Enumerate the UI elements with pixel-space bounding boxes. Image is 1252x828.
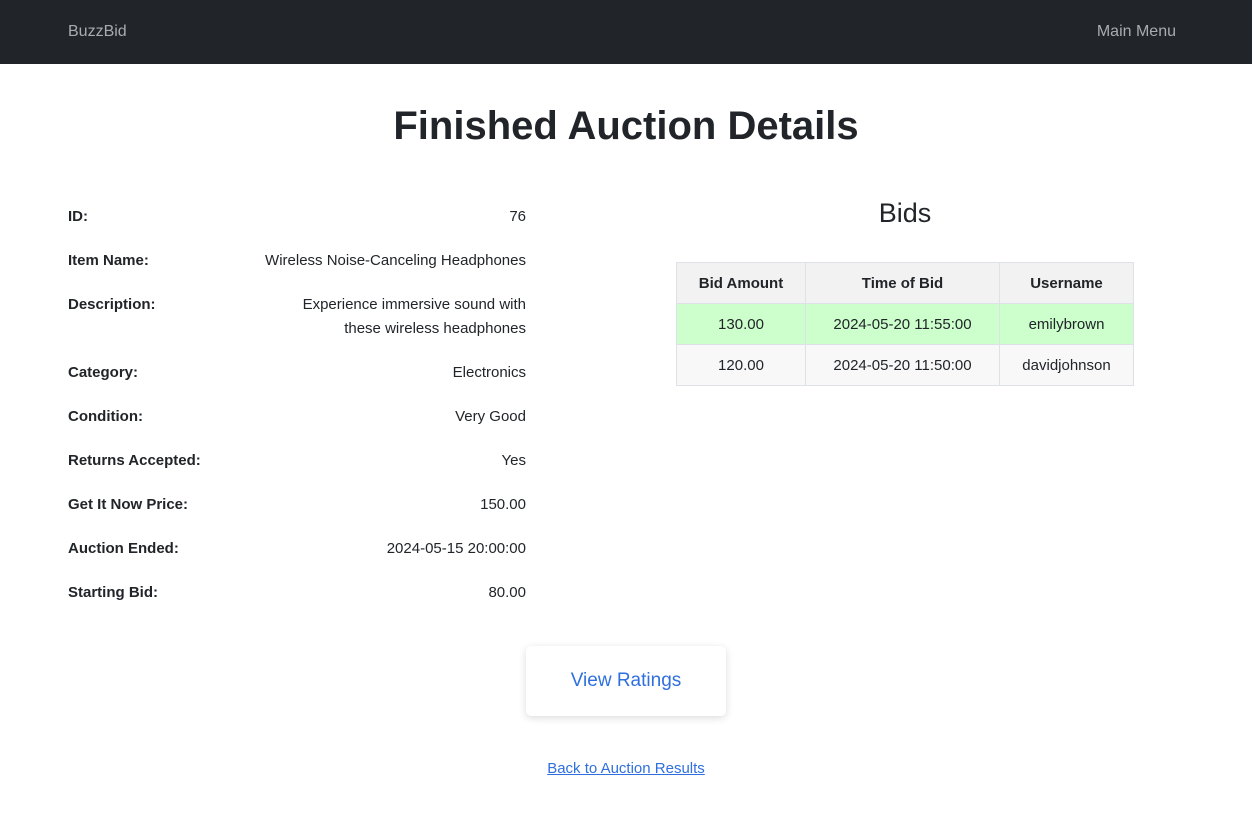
bid-amount-cell: 120.00 xyxy=(676,344,806,386)
bid-username-cell: davidjohnson xyxy=(999,344,1134,386)
detail-value: Yes xyxy=(501,452,526,469)
detail-row-item-name: Item Name: Wireless Noise-Canceling Head… xyxy=(68,249,526,273)
column-header-bid-amount: Bid Amount xyxy=(676,262,806,304)
detail-label: Get It Now Price: xyxy=(68,496,189,513)
detail-label: Item Name: xyxy=(68,252,149,269)
detail-label: Starting Bid: xyxy=(68,584,158,601)
detail-label: ID: xyxy=(68,208,88,225)
view-ratings-button[interactable]: View Ratings xyxy=(526,646,726,716)
bids-title: Bids xyxy=(878,198,932,228)
detail-row-id: ID: 76 xyxy=(68,205,526,229)
main-content: ID: 76 Item Name: Wireless Noise-Canceli… xyxy=(0,198,1252,665)
bid-amount-cell: 130.00 xyxy=(676,303,806,345)
detail-row-returns-accepted: Returns Accepted: Yes xyxy=(68,449,526,473)
actions-bar: View Ratings xyxy=(0,646,1252,716)
detail-value: 76 xyxy=(509,208,526,225)
bid-time-cell: 2024-05-20 11:55:00 xyxy=(805,303,1000,345)
detail-row-condition: Condition: Very Good xyxy=(68,405,526,429)
column-header-username: Username xyxy=(999,262,1134,304)
detail-label: Description: xyxy=(68,296,156,313)
detail-value: Wireless Noise-Canceling Headphones xyxy=(265,252,526,269)
detail-row-category: Category: Electronics xyxy=(68,361,526,385)
brand-link[interactable]: BuzzBid xyxy=(68,23,127,41)
back-link-container: Back to Auction Results xyxy=(0,760,1252,778)
detail-value: 2024-05-15 20:00:00 xyxy=(386,540,526,557)
column-header-time-of-bid: Time of Bid xyxy=(805,262,1000,304)
detail-row-get-it-now-price: Get It Now Price: 150.00 xyxy=(68,493,526,517)
detail-value: 150.00 xyxy=(480,496,526,513)
table-row: 120.00 2024-05-20 11:50:00 davidjohnson xyxy=(676,344,1134,386)
auction-details: ID: 76 Item Name: Wireless Noise-Canceli… xyxy=(68,205,526,625)
bid-time-cell: 2024-05-20 11:50:00 xyxy=(805,344,1000,386)
table-row-winning-bid: 130.00 2024-05-20 11:55:00 emilybrown xyxy=(676,303,1134,345)
bids-table: Bid Amount Time of Bid Username 130.00 2… xyxy=(676,262,1134,386)
bids-table-header-row: Bid Amount Time of Bid Username xyxy=(676,262,1134,304)
detail-label: Category: xyxy=(68,364,139,381)
detail-value: Very Good xyxy=(455,408,526,425)
page-title: Finished Auction Details xyxy=(393,104,859,148)
detail-label: Auction Ended: xyxy=(68,540,179,557)
main-menu-link[interactable]: Main Menu xyxy=(1097,23,1176,41)
bids-section: Bids Bid Amount Time of Bid Username 130… xyxy=(676,198,1134,386)
bid-username-cell: emilybrown xyxy=(999,303,1134,345)
detail-row-starting-bid: Starting Bid: 80.00 xyxy=(68,581,526,605)
detail-row-description: Description: Experience immersive sound … xyxy=(68,293,526,341)
detail-value: 80.00 xyxy=(488,584,526,601)
detail-value: Experience immersive sound with these wi… xyxy=(302,296,526,337)
back-to-auction-results-link[interactable]: Back to Auction Results xyxy=(547,760,705,777)
detail-row-auction-ended: Auction Ended: 2024-05-15 20:00:00 xyxy=(68,537,526,561)
detail-value: Electronics xyxy=(452,364,526,381)
detail-label: Returns Accepted: xyxy=(68,452,201,469)
detail-label: Condition: xyxy=(68,408,143,425)
navbar: BuzzBid Main Menu xyxy=(0,0,1252,64)
